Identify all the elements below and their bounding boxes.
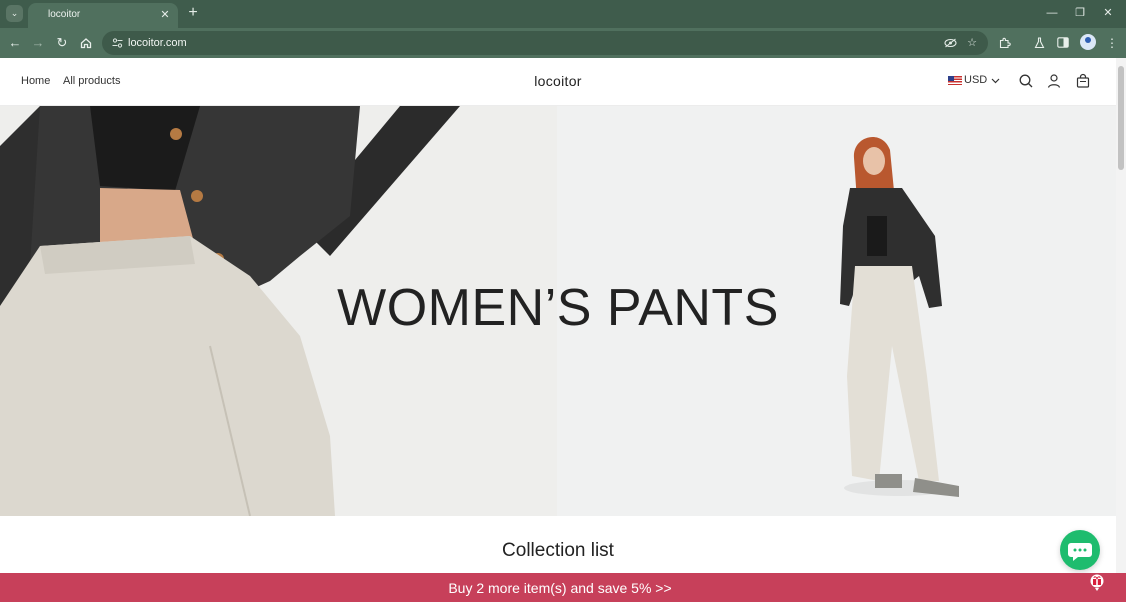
chat-bubble-icon [1068, 543, 1092, 561]
chevron-down-icon [991, 74, 1000, 87]
url-text[interactable]: locoitor.com [128, 37, 187, 49]
browser-toolbar: ← → ↻ locoitor.com ☆ ⋮ [0, 28, 1126, 58]
side-panel-icon[interactable] [1054, 34, 1072, 52]
browser-tab-bar: ⌄ locoitor ✕ + — ❐ ✕ [0, 0, 1126, 28]
collection-list-heading: Collection list [502, 540, 614, 561]
address-bar[interactable]: locoitor.com ☆ [102, 31, 988, 55]
site-info-tune-icon[interactable] [110, 35, 124, 51]
currency-code: USD [964, 74, 988, 86]
site-header: Home All products locoitor USD [0, 58, 1116, 106]
home-icon[interactable] [77, 34, 95, 52]
back-arrow-left-icon[interactable]: ← [6, 34, 24, 52]
promo-bar[interactable]: Buy 2 more item(s) and save 5% >> [0, 573, 1126, 602]
us-flag-icon [948, 76, 962, 85]
account-icon[interactable] [1046, 73, 1062, 89]
profile-avatar-icon[interactable] [1080, 34, 1096, 50]
new-tab-plus-icon[interactable]: + [186, 4, 200, 22]
forward-arrow-right-icon[interactable]: → [29, 34, 47, 52]
reload-icon[interactable]: ↻ [53, 34, 71, 52]
bookmark-star-icon[interactable]: ☆ [964, 35, 980, 51]
labs-flask-icon[interactable] [1030, 34, 1048, 52]
promo-text[interactable]: Buy 2 more item(s) and save 5% >> [0, 580, 1120, 596]
chat-button[interactable] [1060, 530, 1100, 570]
browser-tab[interactable]: locoitor ✕ [28, 3, 178, 28]
restore-icon[interactable]: ❐ [1070, 4, 1090, 22]
eye-off-icon[interactable] [942, 35, 958, 51]
browser-menu-kebab-icon[interactable]: ⋮ [1103, 34, 1121, 52]
tab-close-icon[interactable]: ✕ [158, 7, 172, 23]
cart-icon[interactable] [1075, 73, 1091, 89]
tab-title: locoitor [48, 9, 81, 20]
hero-title: WOMEN’S PANTS [337, 279, 779, 337]
search-icon[interactable] [1018, 73, 1034, 89]
scrollbar-thumb[interactable] [1118, 66, 1124, 170]
close-window-icon[interactable]: ✕ [1098, 4, 1118, 22]
minimize-icon[interactable]: — [1042, 4, 1062, 22]
gift-icon[interactable] [1089, 574, 1105, 592]
tab-search-chevron-down-icon[interactable]: ⌄ [6, 5, 23, 22]
hero-banner[interactable]: WOMEN’S PANTS [0, 106, 1116, 516]
extensions-puzzle-icon[interactable] [996, 34, 1014, 52]
